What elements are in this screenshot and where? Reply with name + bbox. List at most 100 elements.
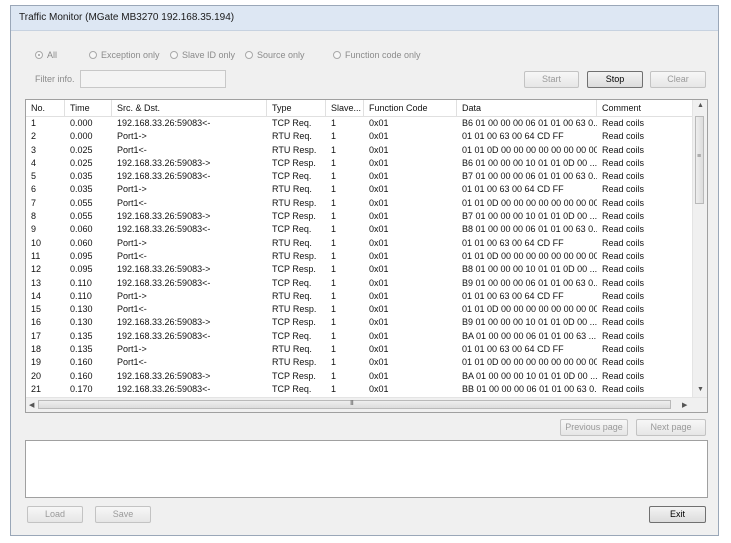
vertical-scrollbar[interactable]: ▲ ≡ ▼ <box>692 100 707 397</box>
scroll-right-arrow-icon[interactable]: ▶ <box>682 401 687 409</box>
table-row[interactable]: 2 0.000 Port1-> RTU Req. 1 0x01 01 01 00 63 00… <box>26 130 694 143</box>
next-page-button[interactable]: Next page <box>636 419 706 436</box>
table-row[interactable]: 12 0.095 192.168.33.26:59083-> TCP Resp. 1 0x… <box>26 263 694 276</box>
column-header-src-dst[interactable]: Src. & Dst. <box>112 100 267 116</box>
cell-comment: Read coils <box>602 224 645 235</box>
cell-data: 01 01 0D 00 00 00 00 00 00 00 00 ... <box>462 250 597 261</box>
scroll-down-arrow-icon[interactable]: ▼ <box>697 386 704 393</box>
column-header-comment[interactable]: Comment <box>597 100 694 116</box>
cell-data: 01 01 0D 00 00 00 00 00 00 00 00 ... <box>462 144 597 155</box>
table-row[interactable]: 9 0.060 192.168.33.26:59083<- TCP Req. 1 0x01… <box>26 223 694 236</box>
cell-time: 0.135 <box>70 330 93 341</box>
table-row[interactable]: 4 0.025 192.168.33.26:59083-> TCP Resp. 1 0x0… <box>26 157 694 170</box>
cell-src-dst: Port1<- <box>117 304 147 315</box>
table-row[interactable]: 16 0.130 192.168.33.26:59083-> TCP Resp. 1 0x… <box>26 316 694 329</box>
table-row[interactable]: 3 0.025 Port1<- RTU Resp. 1 0x01 01 01 0D 00 0… <box>26 144 694 157</box>
detail-output-box[interactable] <box>25 440 708 498</box>
horizontal-scroll-thumb[interactable]: III <box>38 400 671 409</box>
cell-no: 1 <box>31 118 37 128</box>
table-row[interactable]: 13 0.110 192.168.33.26:59083<- TCP Req. 1 0x0… <box>26 277 694 290</box>
exit-button[interactable]: Exit <box>649 506 706 523</box>
table-row[interactable]: 14 0.110 Port1-> RTU Req. 1 0x01 01 01 00 63 0… <box>26 290 694 303</box>
cell-time: 0.170 <box>70 383 93 394</box>
cell-no: 21 <box>31 383 42 394</box>
cell-no: 20 <box>31 370 42 381</box>
radio-exception-only[interactable]: Exception only <box>89 49 160 61</box>
cell-data: B7 01 00 00 00 10 01 01 0D 00 ... <box>462 211 597 222</box>
radio-function-code-only[interactable]: Function code only <box>333 49 421 61</box>
filter-info-input[interactable] <box>80 70 226 88</box>
cell-data: 01 01 00 63 00 64 CD FF <box>462 290 564 301</box>
vertical-scroll-thumb[interactable]: ≡ <box>695 116 704 204</box>
previous-page-button[interactable]: Previous page <box>560 419 628 436</box>
column-header-type[interactable]: Type <box>267 100 326 116</box>
start-button[interactable]: Start <box>524 71 579 88</box>
cell-src-dst: 192.168.33.26:59083-> <box>117 370 211 381</box>
cell-type: RTU Resp. <box>272 250 317 261</box>
clear-button[interactable]: Clear <box>650 71 706 88</box>
stop-button[interactable]: Stop <box>587 71 643 88</box>
table-row[interactable]: 11 0.095 Port1<- RTU Resp. 1 0x01 01 01 0D 00 … <box>26 250 694 263</box>
cell-src-dst: Port1<- <box>117 144 147 155</box>
table-row[interactable]: 15 0.130 Port1<- RTU Resp. 1 0x01 01 01 0D 00 … <box>26 303 694 316</box>
cell-time: 0.055 <box>70 197 93 208</box>
cell-function-code: 0x01 <box>369 264 389 275</box>
cell-function-code: 0x01 <box>369 237 389 248</box>
cell-comment: Read coils <box>602 357 645 368</box>
cell-data: 01 01 0D 00 00 00 00 00 00 00 00 ... <box>462 357 597 368</box>
radio-source-only[interactable]: Source only <box>245 49 305 61</box>
cell-slave: 1 <box>331 277 337 288</box>
cell-function-code: 0x01 <box>369 224 389 235</box>
table-row[interactable]: 5 0.035 192.168.33.26:59083<- TCP Req. 1 0x01… <box>26 170 694 183</box>
cell-data: B6 01 00 00 00 10 01 01 0D 00 ... <box>462 157 597 168</box>
table-row[interactable]: 21 0.170 192.168.33.26:59083<- TCP Req. 1 0x0… <box>26 383 694 396</box>
traffic-table[interactable]: No. Time Src. & Dst. Type Slave... Funct… <box>25 99 708 413</box>
table-row[interactable]: 8 0.055 192.168.33.26:59083-> TCP Resp. 1 0x0… <box>26 210 694 223</box>
table-row[interactable]: 6 0.035 Port1-> RTU Req. 1 0x01 01 01 00 63 00… <box>26 183 694 196</box>
save-button[interactable]: Save <box>95 506 151 523</box>
column-header-no[interactable]: No. <box>26 100 65 116</box>
column-header-function-code[interactable]: Function Code <box>364 100 457 116</box>
column-header-time[interactable]: Time <box>65 100 112 116</box>
cell-function-code: 0x01 <box>369 357 389 368</box>
cell-no: 13 <box>31 277 42 288</box>
cell-slave: 1 <box>331 344 337 355</box>
horizontal-scrollbar[interactable]: ◀ III ▶ <box>26 397 707 412</box>
cell-no: 3 <box>31 144 37 155</box>
table-row[interactable]: 7 0.055 Port1<- RTU Resp. 1 0x01 01 01 0D 00 0… <box>26 197 694 210</box>
table-row[interactable]: 19 0.160 Port1<- RTU Resp. 1 0x01 01 01 0D 00 … <box>26 356 694 369</box>
cell-type: RTU Req. <box>272 344 312 355</box>
scroll-up-arrow-icon[interactable]: ▲ <box>697 102 704 109</box>
table-row[interactable]: 18 0.135 Port1-> RTU Req. 1 0x01 01 01 00 63 0… <box>26 343 694 356</box>
table-row[interactable]: 20 0.160 192.168.33.26:59083-> TCP Resp. 1 0x… <box>26 370 694 383</box>
load-button[interactable]: Load <box>27 506 83 523</box>
cell-function-code: 0x01 <box>369 290 389 301</box>
cell-src-dst: 192.168.33.26:59083-> <box>117 264 211 275</box>
cell-function-code: 0x01 <box>369 344 389 355</box>
cell-function-code: 0x01 <box>369 184 389 195</box>
column-header-data[interactable]: Data <box>457 100 597 116</box>
table-row[interactable]: 10 0.060 Port1-> RTU Req. 1 0x01 01 01 00 63 0… <box>26 237 694 250</box>
cell-type: RTU Req. <box>272 184 312 195</box>
cell-type: RTU Resp. <box>272 304 317 315</box>
cell-data: 01 01 00 63 00 64 CD FF <box>462 344 564 355</box>
radio-slave-id-indicator <box>170 51 178 59</box>
table-header: No. Time Src. & Dst. Type Slave... Funct… <box>26 100 694 117</box>
radio-source-label: Source only <box>257 50 305 60</box>
table-row[interactable]: 1 0.000 192.168.33.26:59083<- TCP Req. 1 0x01… <box>26 117 694 130</box>
cell-comment: Read coils <box>602 344 645 355</box>
cell-time: 0.130 <box>70 304 93 315</box>
radio-slave-id-only[interactable]: Slave ID only <box>170 49 235 61</box>
table-row[interactable]: 17 0.135 192.168.33.26:59083<- TCP Req. 1 0x0… <box>26 330 694 343</box>
cell-time: 0.160 <box>70 370 93 381</box>
cell-src-dst: 192.168.33.26:59083-> <box>117 211 211 222</box>
cell-no: 7 <box>31 197 37 208</box>
scroll-left-arrow-icon[interactable]: ◀ <box>29 401 34 409</box>
column-header-slave[interactable]: Slave... <box>326 100 364 116</box>
cell-type: TCP Req. <box>272 224 312 235</box>
cell-comment: Read coils <box>602 277 645 288</box>
radio-all[interactable]: All <box>35 49 57 61</box>
cell-no: 11 <box>31 250 41 261</box>
cell-slave: 1 <box>331 264 337 275</box>
cell-data: 01 01 0D 00 00 00 00 00 00 00 00 ... <box>462 304 597 315</box>
